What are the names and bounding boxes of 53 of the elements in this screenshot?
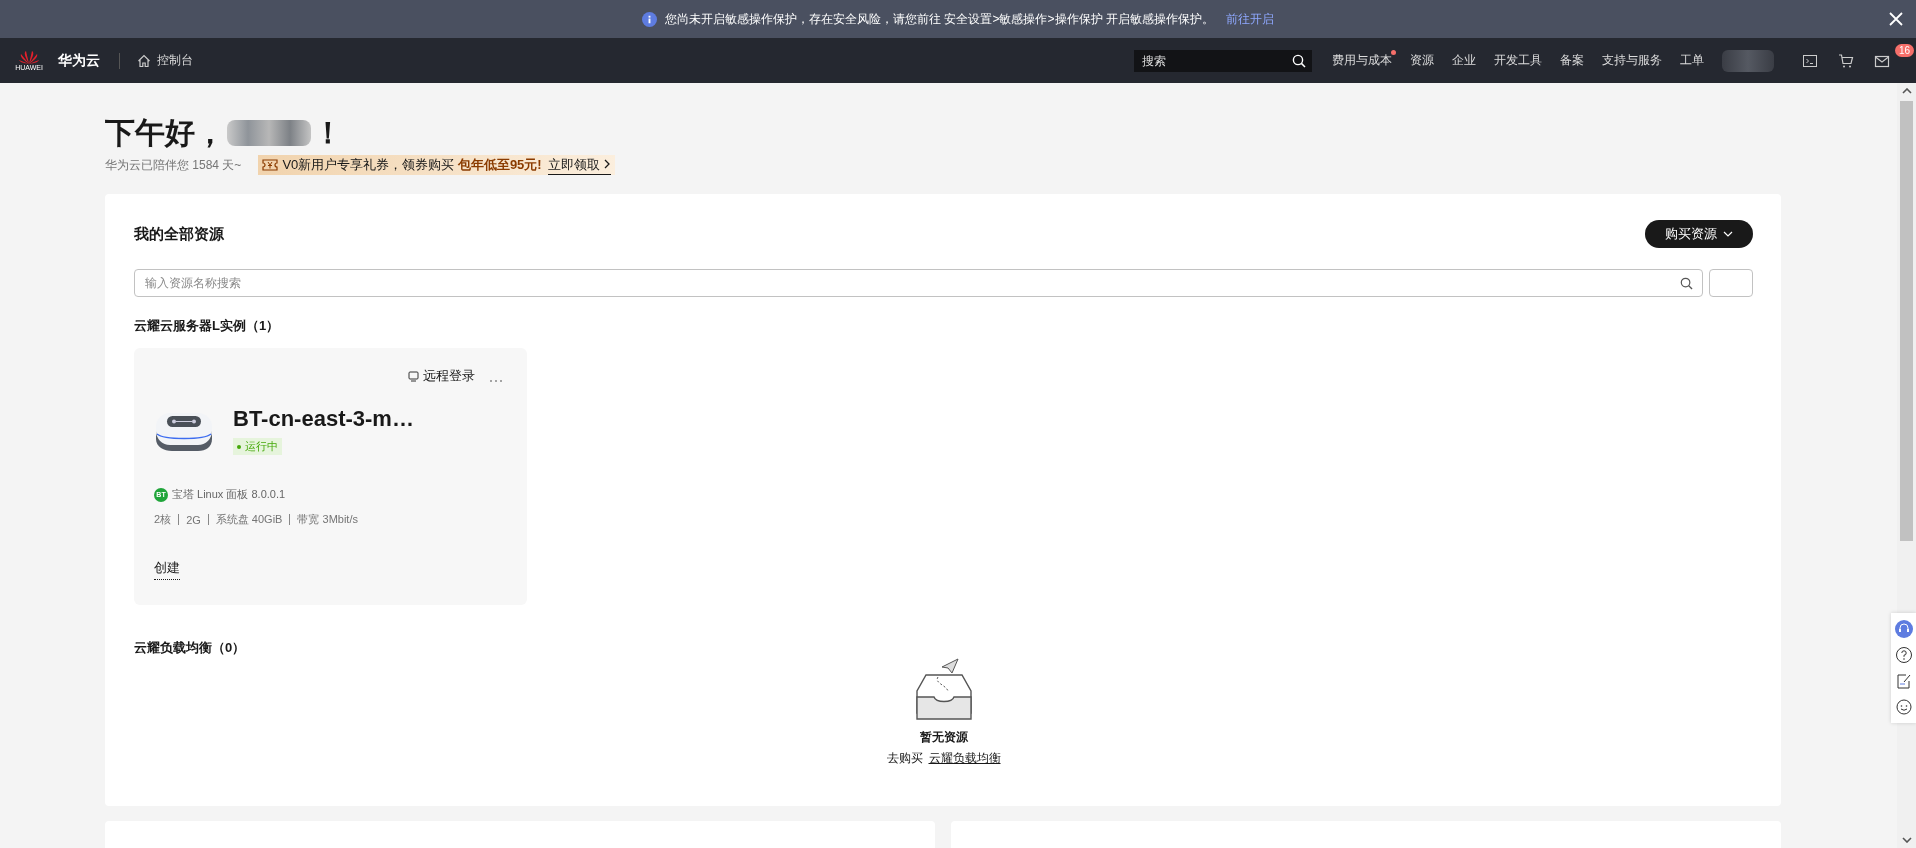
feedback-icon[interactable] — [1894, 672, 1913, 690]
remote-login-button[interactable]: 远程登录 — [408, 367, 475, 385]
spec-text: 带宽 3Mbit/s — [297, 512, 358, 527]
category-heading: 云耀负载均衡（0） — [134, 639, 247, 657]
scrollbar-thumb[interactable] — [1900, 101, 1913, 541]
nav-link[interactable]: 备案 — [1560, 52, 1584, 69]
buy-resources-button[interactable]: 购买资源 — [1645, 220, 1753, 248]
info-icon — [642, 11, 658, 27]
greeting-text: 下午好， — [105, 114, 225, 151]
spec-text: 系统盘 40GiB — [215, 512, 283, 527]
cart-icon[interactable] — [1838, 52, 1854, 69]
status-tag: 运行中 — [233, 438, 282, 455]
console-link[interactable]: 控制台 — [137, 52, 193, 69]
empty-title: 暂无资源 — [919, 729, 968, 746]
days-text: 华为云已陪伴您 1584 天~ — [105, 156, 242, 174]
nav-link[interactable]: 费用与成本 — [1332, 52, 1392, 69]
greeting-mark: ！ — [313, 114, 343, 151]
empty-hint: 去购买 — [886, 750, 923, 767]
search-field[interactable]: 搜索 — [1134, 49, 1312, 72]
redacted-username — [1722, 49, 1774, 72]
category-heading: 云耀云服务器L实例（1） — [134, 317, 281, 335]
claim-link[interactable]: 立即领取 — [547, 155, 612, 175]
image-name: 宝塔 Linux 面板 8.0.0.1 — [172, 487, 286, 502]
buy-link[interactable]: 云耀负载均衡 — [928, 750, 1001, 767]
caret-icon — [1723, 231, 1733, 237]
notification-dot — [1391, 50, 1396, 55]
instance-name[interactable]: BT-cn-east-3-m… — [233, 406, 414, 432]
brand-name: 华为云 — [58, 51, 100, 70]
create-link[interactable]: 创建 — [154, 559, 180, 580]
empty-inbox-drawing — [915, 657, 972, 721]
nav-link[interactable]: 资源 — [1410, 52, 1434, 69]
search-icon[interactable] — [1680, 277, 1693, 290]
terminal-icon[interactable] — [1802, 52, 1818, 69]
promo-text: V0新用户专享礼券，领券购买 包年低至95元! — [282, 156, 542, 174]
section-title: 我的全部资源 — [134, 224, 224, 244]
banner-message: 您尚未开启敏感操作保护，存在安全风险，请您前往 安全设置>敏感操作>操作保护 开启敏感操作保护。 — [665, 10, 1214, 28]
resource-search-field[interactable]: 输入资源名称搜索 — [134, 269, 1703, 297]
monitor-icon — [408, 370, 419, 382]
spec-text: 2核 — [154, 512, 172, 527]
nav-link[interactable]: 工单 — [1680, 52, 1704, 69]
nav-link[interactable]: 开发工具 — [1494, 52, 1542, 69]
mail-badge: 16 — [1894, 43, 1914, 57]
smiley-icon[interactable] — [1894, 698, 1913, 716]
chevron-right-icon — [603, 158, 612, 169]
nav-link[interactable]: 支持与服务 — [1602, 52, 1662, 69]
nav-link[interactable]: 企业 — [1452, 52, 1476, 69]
home-icon — [137, 53, 151, 68]
help-icon[interactable] — [1894, 646, 1913, 664]
coupon-icon — [262, 159, 279, 171]
spec-text: 2G — [186, 513, 201, 526]
enable-link[interactable]: 前往开启 — [1225, 10, 1274, 28]
search-icon[interactable] — [1292, 53, 1306, 68]
headset-icon[interactable] — [1894, 620, 1913, 638]
